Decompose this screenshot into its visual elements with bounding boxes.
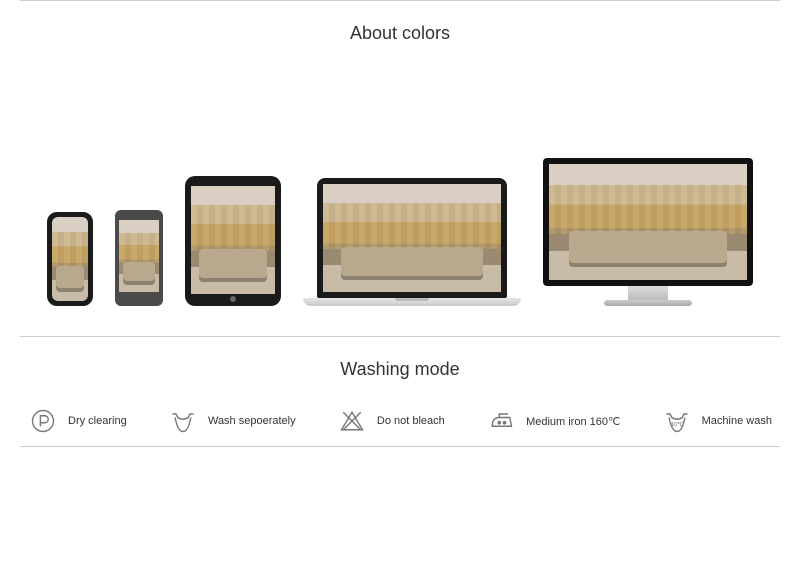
machine-wash-40-icon: 40℃ (662, 406, 692, 436)
dry-clean-p-icon (28, 406, 58, 436)
wash-item-iron: Medium iron 160℃ (486, 406, 620, 436)
room-photo (52, 217, 88, 301)
wash-separately-icon (168, 406, 198, 436)
laptop-lid (317, 178, 507, 298)
washing-mode-title: Washing mode (0, 337, 800, 402)
device-screen (549, 164, 747, 280)
about-colors-title: About colors (0, 1, 800, 66)
room-photo (119, 220, 159, 292)
divider-bottom (20, 446, 780, 447)
room-photo (323, 184, 501, 292)
wash-item-separate: Wash sepoerately (168, 406, 296, 436)
device-phone-notch (47, 212, 93, 306)
devices-row (0, 66, 800, 336)
iron-medium-icon (486, 406, 516, 436)
wash-item-machine: 40℃ Machine wash (662, 406, 772, 436)
device-screen (191, 186, 275, 294)
wash-label: Machine wash (702, 415, 772, 427)
washing-row: Dry clearing Wash sepoerately Do not ble… (0, 402, 800, 446)
wash-item-dry-clean: Dry clearing (28, 406, 127, 436)
wash-label: Dry clearing (68, 415, 127, 427)
device-screen (52, 217, 88, 301)
monitor-frame (543, 158, 753, 286)
wash-label: Do not bleach (377, 415, 445, 427)
wash-label: Wash sepoerately (208, 415, 296, 427)
wash-item-no-bleach: Do not bleach (337, 406, 445, 436)
device-phone-android (115, 210, 163, 306)
do-not-bleach-icon (337, 406, 367, 436)
device-screen (323, 184, 501, 292)
tablet-frame (185, 176, 281, 306)
device-tablet (185, 176, 281, 306)
laptop-base (303, 298, 521, 306)
room-photo (549, 164, 747, 280)
svg-text:40℃: 40℃ (670, 421, 684, 428)
monitor-stand (604, 300, 692, 306)
device-laptop (303, 178, 521, 306)
room-photo (191, 186, 275, 294)
monitor-neck (628, 286, 668, 300)
wash-label: Medium iron 160℃ (526, 415, 620, 428)
phone-frame (115, 210, 163, 306)
device-screen (119, 220, 159, 292)
phone-frame (47, 212, 93, 306)
device-monitor (543, 158, 753, 306)
